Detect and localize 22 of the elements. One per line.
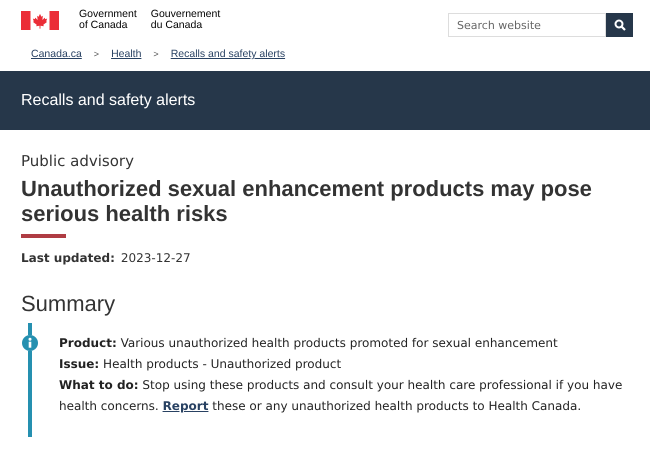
page-kicker: Public advisory bbox=[21, 152, 135, 170]
report-link[interactable]: Report bbox=[162, 399, 208, 413]
section-heading: Summary bbox=[21, 291, 116, 317]
summary-text: What to do: Stop using these products and consult your health care professional if you have health concerns. Report these or any unauthorized health products to Health Canada. bbox=[59, 377, 624, 415]
breadcrumb-link[interactable]: Health bbox=[111, 48, 142, 67]
breadcrumb-separator: > bbox=[94, 48, 100, 61]
wordmark-text: Government of Canada bbox=[79, 9, 137, 31]
title-underline bbox=[21, 234, 66, 238]
updated-date: 2023-12-27 bbox=[120, 251, 191, 265]
updated-label: Last updated: bbox=[21, 251, 115, 265]
summary-text: Product: Various unauthorized health products promoted for sexual enhancement bbox=[59, 335, 559, 352]
search-button[interactable] bbox=[606, 13, 633, 37]
banner-title: Recalls and safety alerts bbox=[21, 92, 196, 110]
search-icon bbox=[614, 19, 626, 31]
page-title: Unauthorized sexual enhancement products may pose serious health risks bbox=[21, 176, 593, 226]
summary-text: Issue: Health products - Unauthorized product bbox=[59, 356, 342, 373]
breadcrumb-link[interactable]: Canada.ca bbox=[31, 48, 82, 67]
search-field[interactable]: Search website bbox=[448, 13, 606, 37]
canada-flag-icon bbox=[21, 10, 59, 30]
breadcrumb-link[interactable]: Recalls and safety alerts bbox=[170, 48, 286, 67]
wordmark-text: Gouvernement du Canada bbox=[150, 9, 220, 31]
breadcrumb-separator: > bbox=[153, 48, 159, 61]
